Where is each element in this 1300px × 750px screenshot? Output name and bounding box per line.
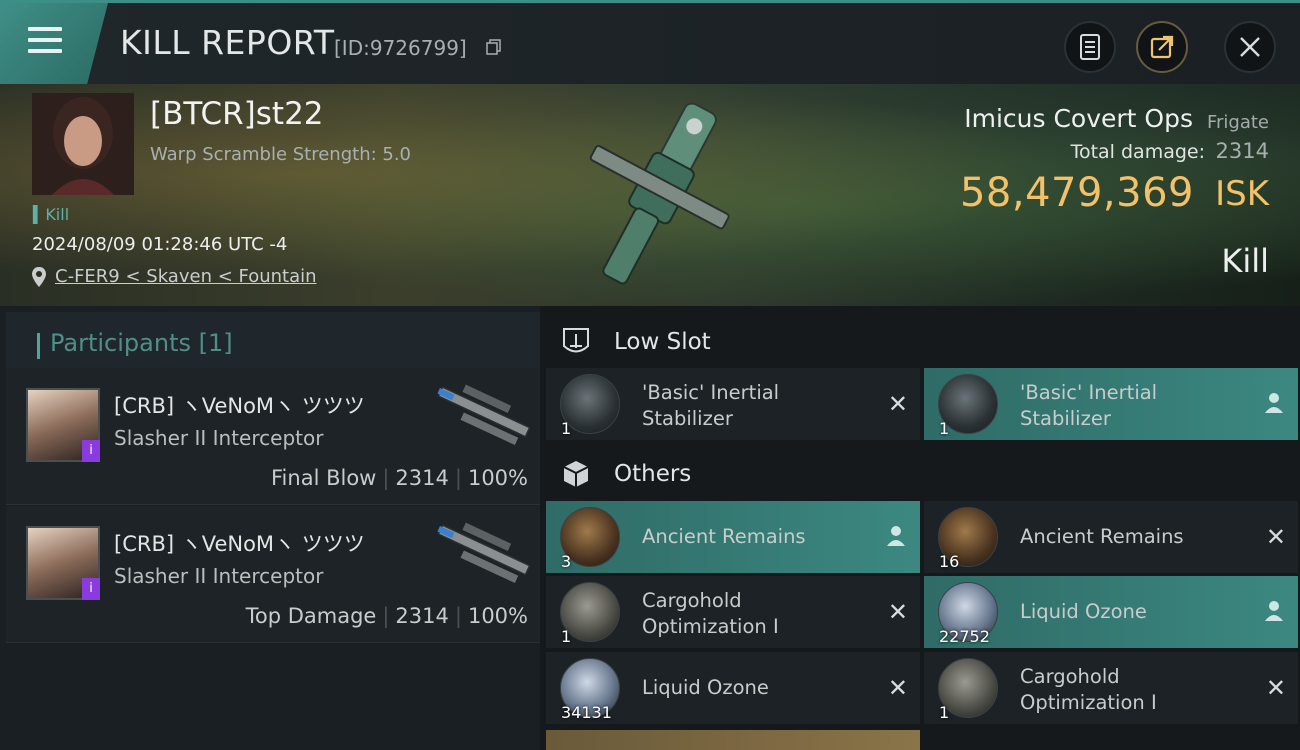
kill-result: Kill xyxy=(1221,242,1269,280)
portrait-image xyxy=(32,93,134,195)
item-quantity: 1 xyxy=(939,703,950,722)
destroyed-x-icon: ✕ xyxy=(1265,523,1286,551)
page-title: KILL REPORT xyxy=(120,23,335,62)
accent-bar xyxy=(37,333,40,359)
document-icon xyxy=(1080,34,1100,60)
partial-item-row xyxy=(546,730,920,750)
participant-avatar[interactable]: i xyxy=(26,526,100,600)
share-button[interactable] xyxy=(1136,21,1188,73)
total-damage-value: 2314 xyxy=(1215,139,1269,163)
kill-datetime: 2024/08/09 01:28:46 UTC -4 xyxy=(32,234,288,255)
victim-name[interactable]: [BTCR]st22 xyxy=(150,96,324,132)
close-icon xyxy=(1240,37,1260,57)
isk-unit: ISK xyxy=(1215,174,1269,214)
item-name: Ancient Remains xyxy=(1020,525,1184,548)
report-id: [ID:9726799] xyxy=(334,36,467,60)
item-name: Cargohold Optimization I xyxy=(1020,665,1157,714)
victim-ship-image xyxy=(589,102,730,285)
item-name: Liquid Ozone xyxy=(1020,600,1147,623)
victim-portrait[interactable] xyxy=(32,93,134,195)
fitting-item[interactable]: 1 'Basic' Inertial Stabilizer ✕ xyxy=(546,368,920,440)
destroyed-x-icon: ✕ xyxy=(1265,674,1286,702)
destroyed-x-icon: ✕ xyxy=(887,674,908,702)
participant-ship-image xyxy=(437,384,531,446)
kill-tag: ▍Kill xyxy=(33,205,70,224)
participant-role: Top Damage xyxy=(245,604,377,628)
item-quantity: 34131 xyxy=(561,703,612,722)
fitting-item[interactable]: 3 Ancient Remains xyxy=(546,501,920,573)
participants-panel: Participants [1] i [CRB] ヽVeNoMヽ ツツツ Sla… xyxy=(0,306,543,750)
share-icon xyxy=(1150,35,1174,59)
participant-damage: 2314 xyxy=(395,604,449,628)
location-pin-icon xyxy=(32,267,46,287)
low-slot-title: Low Slot xyxy=(614,329,711,355)
item-quantity: 16 xyxy=(939,552,960,571)
participant-row[interactable]: i [CRB] ヽVeNoMヽ ツツツ Slasher II Intercept… xyxy=(6,506,540,643)
top-bar: KILL REPORT [ID:9726799] xyxy=(0,0,1300,87)
location-link[interactable]: C-FER9 < Skaven < Fountain xyxy=(55,266,317,287)
kill-tag-label: Kill xyxy=(45,205,70,224)
item-name: Cargohold Optimization I xyxy=(642,589,779,638)
others-header: Others xyxy=(540,444,1300,504)
participant-name: [CRB] ヽVeNoMヽ ツツツ xyxy=(114,532,365,556)
dropped-person-icon xyxy=(1265,393,1283,413)
victim-summary: [BTCR]st22 Warp Scramble Strength: 5.0 ▍… xyxy=(0,84,1300,306)
item-name: 'Basic' Inertial Stabilizer xyxy=(642,381,780,430)
close-button[interactable] xyxy=(1224,21,1276,73)
fitting-item[interactable]: 34131 Liquid Ozone ✕ xyxy=(546,652,920,724)
fitting-item[interactable]: 1 Cargohold Optimization I ✕ xyxy=(546,576,920,648)
participant-ship: Slasher II Interceptor xyxy=(114,426,324,450)
participant-role: Final Blow xyxy=(271,466,377,490)
fitting-item[interactable]: 1 Cargohold Optimization I ✕ xyxy=(924,652,1298,724)
destroyed-x-icon: ✕ xyxy=(887,390,908,418)
item-name: Liquid Ozone xyxy=(642,676,769,699)
hamburger-icon xyxy=(28,27,62,57)
fitting-panel: Low Slot 1 'Basic' Inertial Stabilizer ✕… xyxy=(540,306,1300,750)
dropped-person-icon xyxy=(887,526,905,546)
fitting-item[interactable]: 16 Ancient Remains ✕ xyxy=(924,501,1298,573)
participant-ship-image xyxy=(437,522,531,584)
victim-ship-name[interactable]: Imicus Covert Ops xyxy=(964,104,1193,133)
participants-title: Participants [1] xyxy=(50,329,233,357)
participant-avatar[interactable]: i xyxy=(26,388,100,462)
item-name: Ancient Remains xyxy=(642,525,806,548)
item-quantity: 3 xyxy=(561,552,572,571)
victim-ship-class: Frigate xyxy=(1206,112,1269,133)
participant-percent: 100% xyxy=(467,604,528,628)
total-damage-label: Total damage: xyxy=(1070,141,1205,163)
menu-button[interactable] xyxy=(0,3,108,87)
participant-name: [CRB] ヽVeNoMヽ ツツツ xyxy=(114,394,365,418)
destroyed-x-icon: ✕ xyxy=(887,598,908,626)
participant-row[interactable]: i [CRB] ヽVeNoMヽ ツツツ Slasher II Intercept… xyxy=(6,368,540,505)
participant-percent: 100% xyxy=(467,466,528,490)
cargo-box-icon xyxy=(563,461,589,487)
item-quantity: 22752 xyxy=(939,627,990,646)
info-badge-icon: i xyxy=(82,440,100,462)
item-quantity: 1 xyxy=(939,419,950,438)
item-name: 'Basic' Inertial Stabilizer xyxy=(1020,381,1158,430)
item-quantity: 1 xyxy=(561,419,572,438)
low-slot-header: Low Slot xyxy=(540,312,1300,372)
low-slot-icon xyxy=(563,328,589,353)
info-badge-icon: i xyxy=(82,578,100,600)
isk-value: 58,479,369 xyxy=(959,170,1194,216)
participant-ship: Slasher II Interceptor xyxy=(114,564,324,588)
warp-scramble-strength: Warp Scramble Strength: 5.0 xyxy=(150,144,412,165)
fitting-item[interactable]: 22752 Liquid Ozone xyxy=(924,576,1298,648)
copy-icon[interactable] xyxy=(486,39,502,55)
fitting-item[interactable]: 1 'Basic' Inertial Stabilizer xyxy=(924,368,1298,440)
participants-header[interactable]: Participants [1] xyxy=(6,312,543,370)
participant-stats: Final Blow | 2314 | 100% xyxy=(271,466,528,490)
notes-button[interactable] xyxy=(1064,21,1116,73)
participant-damage: 2314 xyxy=(395,466,449,490)
item-quantity: 1 xyxy=(561,627,572,646)
others-title: Others xyxy=(614,461,692,487)
participant-stats: Top Damage | 2314 | 100% xyxy=(245,604,528,628)
dropped-person-icon xyxy=(1265,601,1283,621)
